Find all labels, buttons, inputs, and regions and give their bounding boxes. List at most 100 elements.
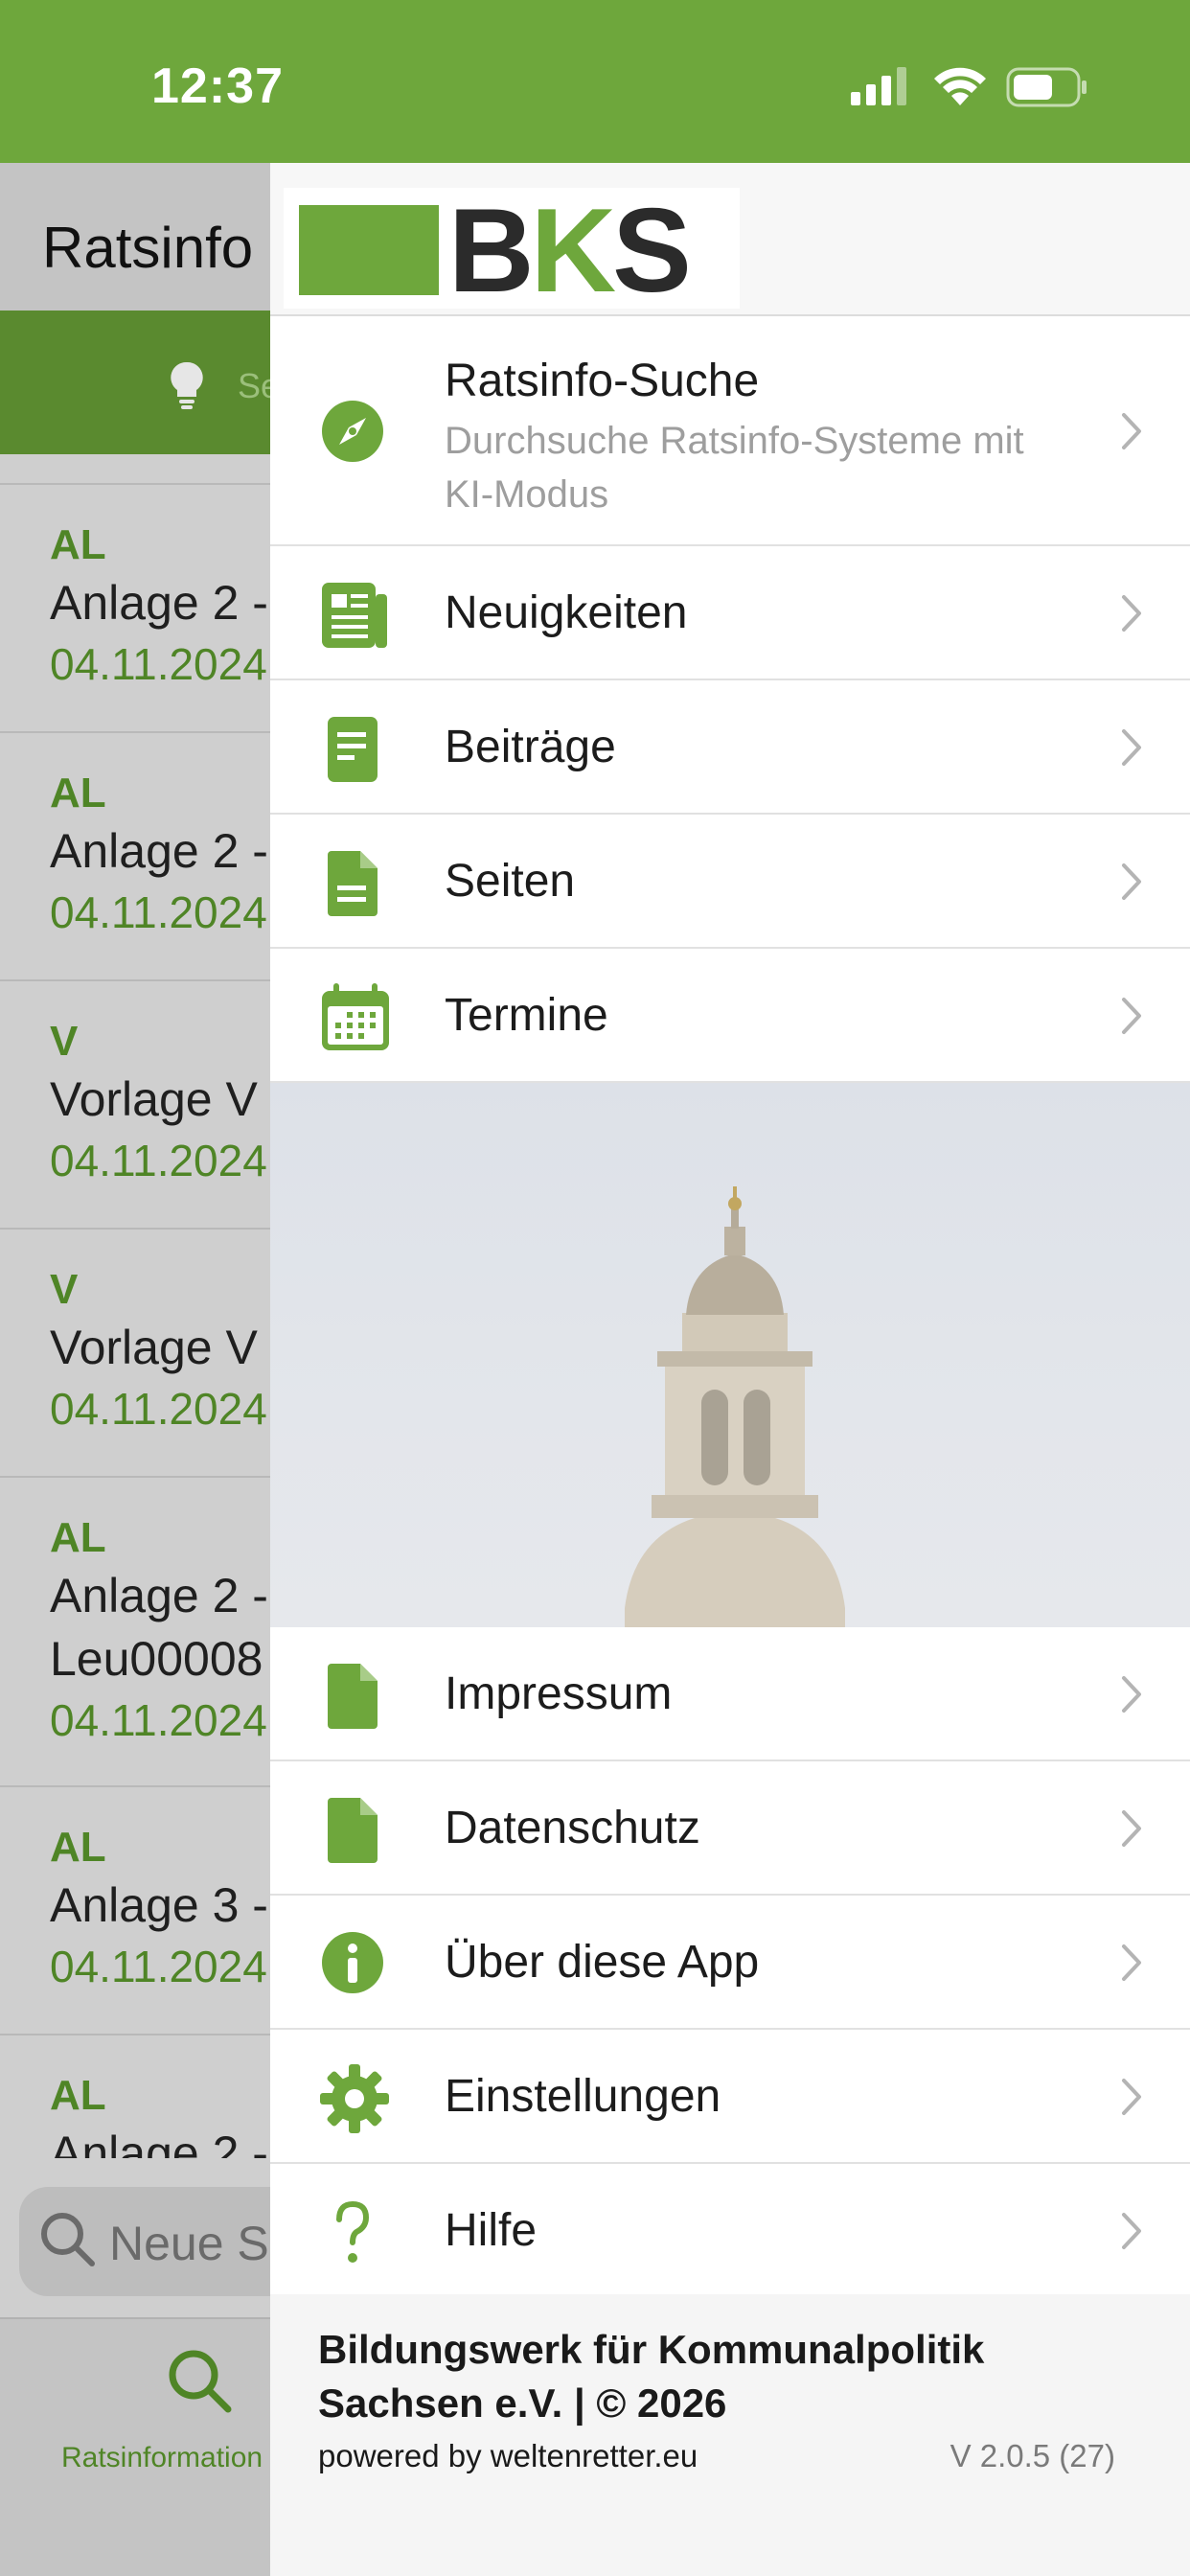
list-item[interactable]: AL Anlage 2 - [0,2034,270,2158]
chevron-right-icon [1122,1944,1141,1981]
chevron-right-icon [1122,413,1141,449]
background-header: Ratsinfo [0,163,270,310]
church-dome-image [625,1186,845,1627]
menu-item-hilfe[interactable]: Hilfe [270,2164,1190,2298]
logo-letter-b: B [448,185,535,317]
list-item-code: AL [50,770,106,816]
menu-item-label: Ratsinfo-Suche [445,356,760,406]
list-item[interactable]: AL Anlage 2 - Leu00008 04.11.2024 [0,1476,270,1785]
list-item-name-line2: Leu00008 [50,1632,263,1686]
list-item-date: 04.11.2024 [50,639,267,689]
list-item-date: 04.11.2024 [50,887,267,937]
menu-item-ueber-diese-app[interactable]: Über diese App [270,1896,1190,2030]
list-item[interactable]: AL Anlage 2 - 04.11.2024 [0,731,270,979]
menu-item-subtitle: Durchsuche Ratsinfo-Systeme mit KI-Modus [445,420,1024,516]
tab-ratsinformation[interactable]: Ratsinformation [61,2442,263,2474]
list-item-code: V [50,1266,79,1313]
drawer-footer: Bildungswerk für Kommunalpolitik Sachsen… [270,2294,1190,2576]
menu-item-label: Termine [445,990,608,1041]
info-icon [322,1932,383,1993]
list-item-date: 04.11.2024 [50,1384,267,1434]
logo-green-block [299,205,439,295]
menu-item-impressum[interactable]: Impressum [270,1627,1190,1761]
logo-letter-s: S [612,185,692,317]
file-icon [328,1798,378,1863]
background-screen: Ratsinfo Se AL Anlage 2 - 04.11.2024 AL … [0,163,270,2576]
question-icon [336,2200,370,2263]
background-hint-text: Se [238,366,270,405]
menu-item-beitraege[interactable]: Beiträge [270,680,1190,815]
drawer-menu-bottom: Impressum Datenschutz Über diese App Ein… [270,1627,1190,2298]
menu-item-label: Impressum [445,1668,673,1719]
list-item-name: Anlage 2 - [50,824,268,878]
battery-icon [1006,67,1087,107]
newspaper-icon [322,583,387,648]
background-hint-bar[interactable] [0,310,270,454]
chevron-right-icon [1122,595,1141,632]
logo-text: BKS [448,192,692,310]
menu-item-label: Beiträge [445,722,616,772]
wifi-icon [934,67,986,105]
menu-item-label: Über diese App [445,1937,760,1988]
list-item-name: Vorlage V [50,1321,258,1374]
bks-logo: BKS [284,188,740,310]
menu-item-neuigkeiten[interactable]: Neuigkeiten [270,546,1190,680]
menu-item-label: Seiten [445,856,576,907]
menu-item-datenschutz[interactable]: Datenschutz [270,1761,1190,1896]
menu-item-label: Datenschutz [445,1803,700,1853]
side-drawer: BKS Ratsinfo-Suche Durchsuche Ratsinfo-S… [270,163,1190,2576]
list-item-date: 04.11.2024 [50,1136,267,1185]
background-list: AL Anlage 2 - 04.11.2024 AL Anlage 2 - 0… [0,483,270,2158]
menu-item-label: Neuigkeiten [445,587,688,638]
app-version: V 2.0.5 (27) [950,2438,1115,2473]
menu-item-einstellungen[interactable]: Einstellungen [270,2030,1190,2164]
page-icon [328,851,378,916]
organization-name: Bildungswerk für Kommunalpolitik Sachsen… [318,2327,985,2426]
lightbulb-icon [171,361,203,409]
list-item-code: AL [50,521,106,568]
chevron-right-icon [1122,2079,1141,2115]
list-item-code: AL [50,2072,106,2119]
search-input[interactable]: Neue S [19,2187,270,2296]
list-item-date: 04.11.2024 [50,1942,267,1991]
menu-item-seiten[interactable]: Seiten [270,815,1190,949]
chevron-right-icon [1122,863,1141,900]
list-item-code: V [50,1018,79,1065]
calendar-icon [322,983,389,1050]
menu-item-ratsinfo-suche[interactable]: Ratsinfo-Suche Durchsuche Ratsinfo-Syste… [270,316,1190,546]
drawer-header: BKS [270,163,1190,316]
list-item-code: AL [50,1514,106,1561]
menu-item-termine[interactable]: Termine [270,949,1190,1083]
list-item-name: Anlage 2 - [50,1569,268,1622]
list-item-name: Anlage 2 - [50,576,268,630]
list-item[interactable]: V Vorlage V 04.11.2024 [0,979,270,1228]
menu-item-label: Hilfe [445,2205,538,2256]
chevron-right-icon [1122,729,1141,766]
compass-icon [322,401,383,462]
chevron-right-icon [1122,998,1141,1034]
drawer-menu-top: Ratsinfo-Suche Durchsuche Ratsinfo-Syste… [270,316,1190,1083]
logo-letter-k: K [530,185,617,317]
gear-icon [320,2064,389,2133]
status-time: 12:37 [151,58,284,114]
list-item[interactable]: AL Anlage 2 - 04.11.2024 [0,483,270,731]
list-item-name: Vorlage V [50,1072,258,1126]
chevron-right-icon [1122,2213,1141,2249]
chevron-right-icon [1122,1810,1141,1847]
list-item-date: 04.11.2024 [50,1695,267,1745]
header-photo-frauenkirche [270,1083,1190,1627]
status-bar: 12:37 [0,0,1190,163]
document-icon [328,717,378,782]
menu-item-label: Einstellungen [445,2071,721,2122]
search-icon[interactable] [165,2346,234,2415]
file-icon [328,1664,378,1729]
chevron-right-icon [1122,1676,1141,1713]
list-item-name: Anlage 3 - [50,1878,268,1932]
list-item-code: AL [50,1824,106,1871]
search-icon [41,2213,95,2266]
list-item[interactable]: AL Anlage 3 - 04.11.2024 [0,1785,270,2034]
background-title: Ratsinfo [42,216,254,280]
powered-by-text: powered by weltenretter.eu [318,2438,698,2473]
list-item[interactable]: V Vorlage V 04.11.2024 [0,1228,270,1476]
tab-bar: Ratsinformation [0,2317,270,2576]
